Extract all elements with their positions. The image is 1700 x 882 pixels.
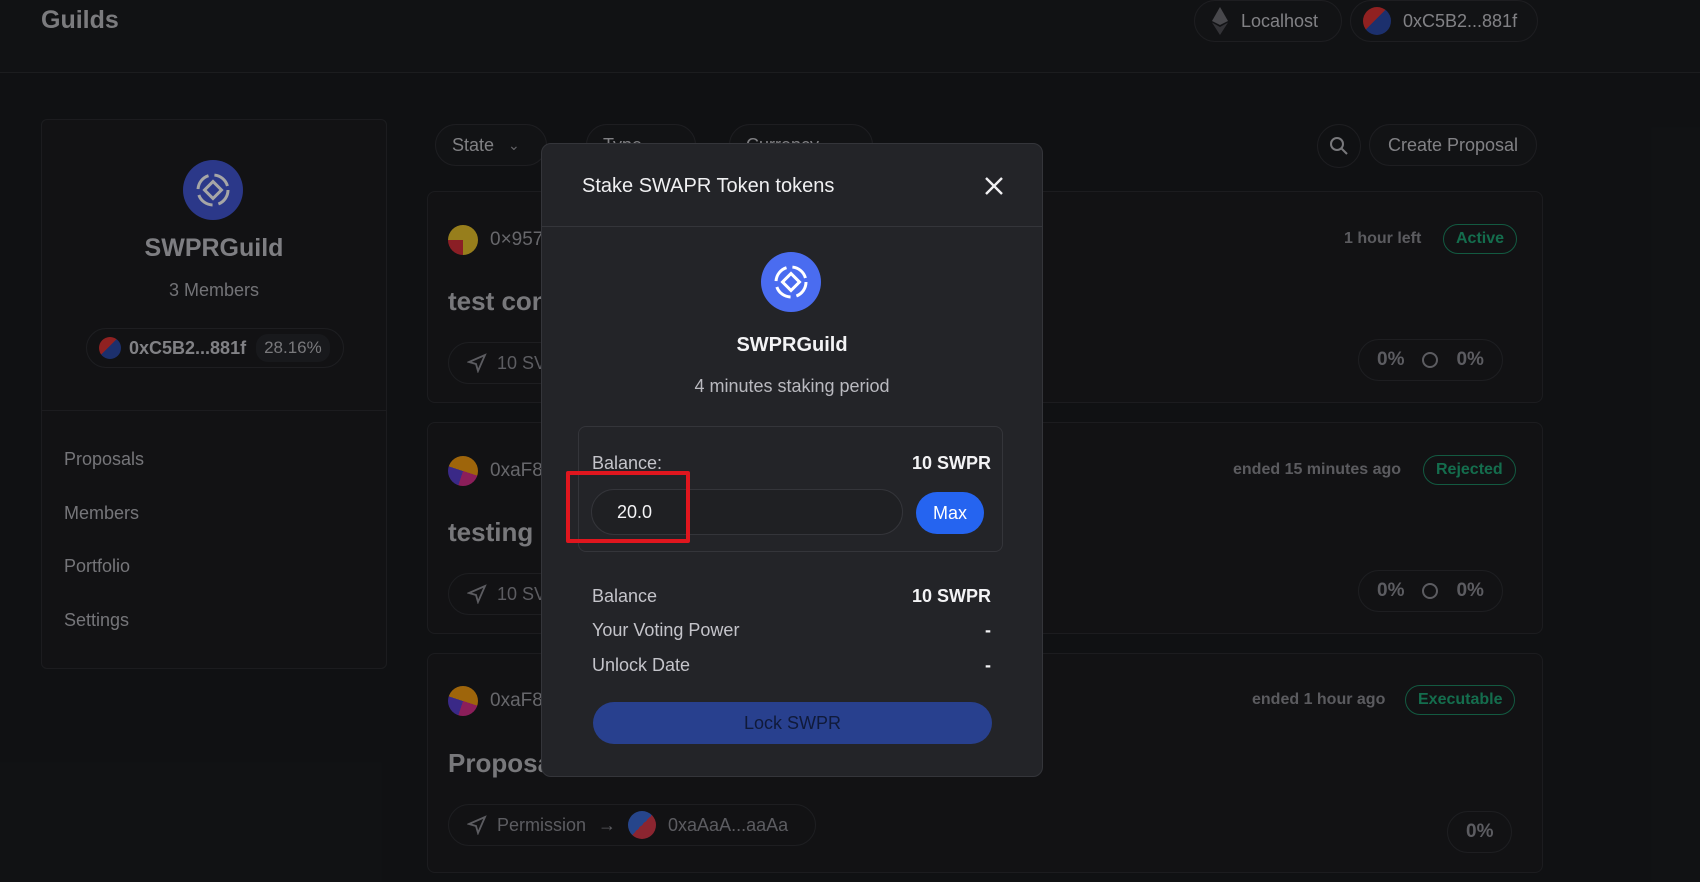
close-icon (985, 177, 1003, 195)
balance-value: 10 SWPR (911, 453, 991, 473)
modal-guild-name: SWPRGuild (736, 334, 848, 356)
close-button[interactable] (979, 171, 1009, 201)
stake-modal: Stake SWAPR Token tokens SWPRGuild 4 min… (541, 143, 1043, 777)
unlock-date-label: Unlock Date (592, 655, 691, 675)
staking-period: 4 minutes staking period (694, 376, 890, 396)
max-button[interactable]: Max (916, 492, 984, 534)
unlock-date-value: - (985, 655, 991, 675)
voting-power-label: Your Voting Power (592, 620, 740, 640)
guild-logo-icon (761, 252, 821, 312)
modal-title: Stake SWAPR Token tokens (582, 175, 835, 197)
input-highlight-box (566, 471, 690, 543)
lock-button[interactable]: Lock SWPR (593, 702, 992, 744)
voting-power-value: - (985, 620, 991, 640)
info-balance-value: 10 SWPR (911, 586, 991, 606)
info-balance-label: Balance (592, 586, 658, 606)
